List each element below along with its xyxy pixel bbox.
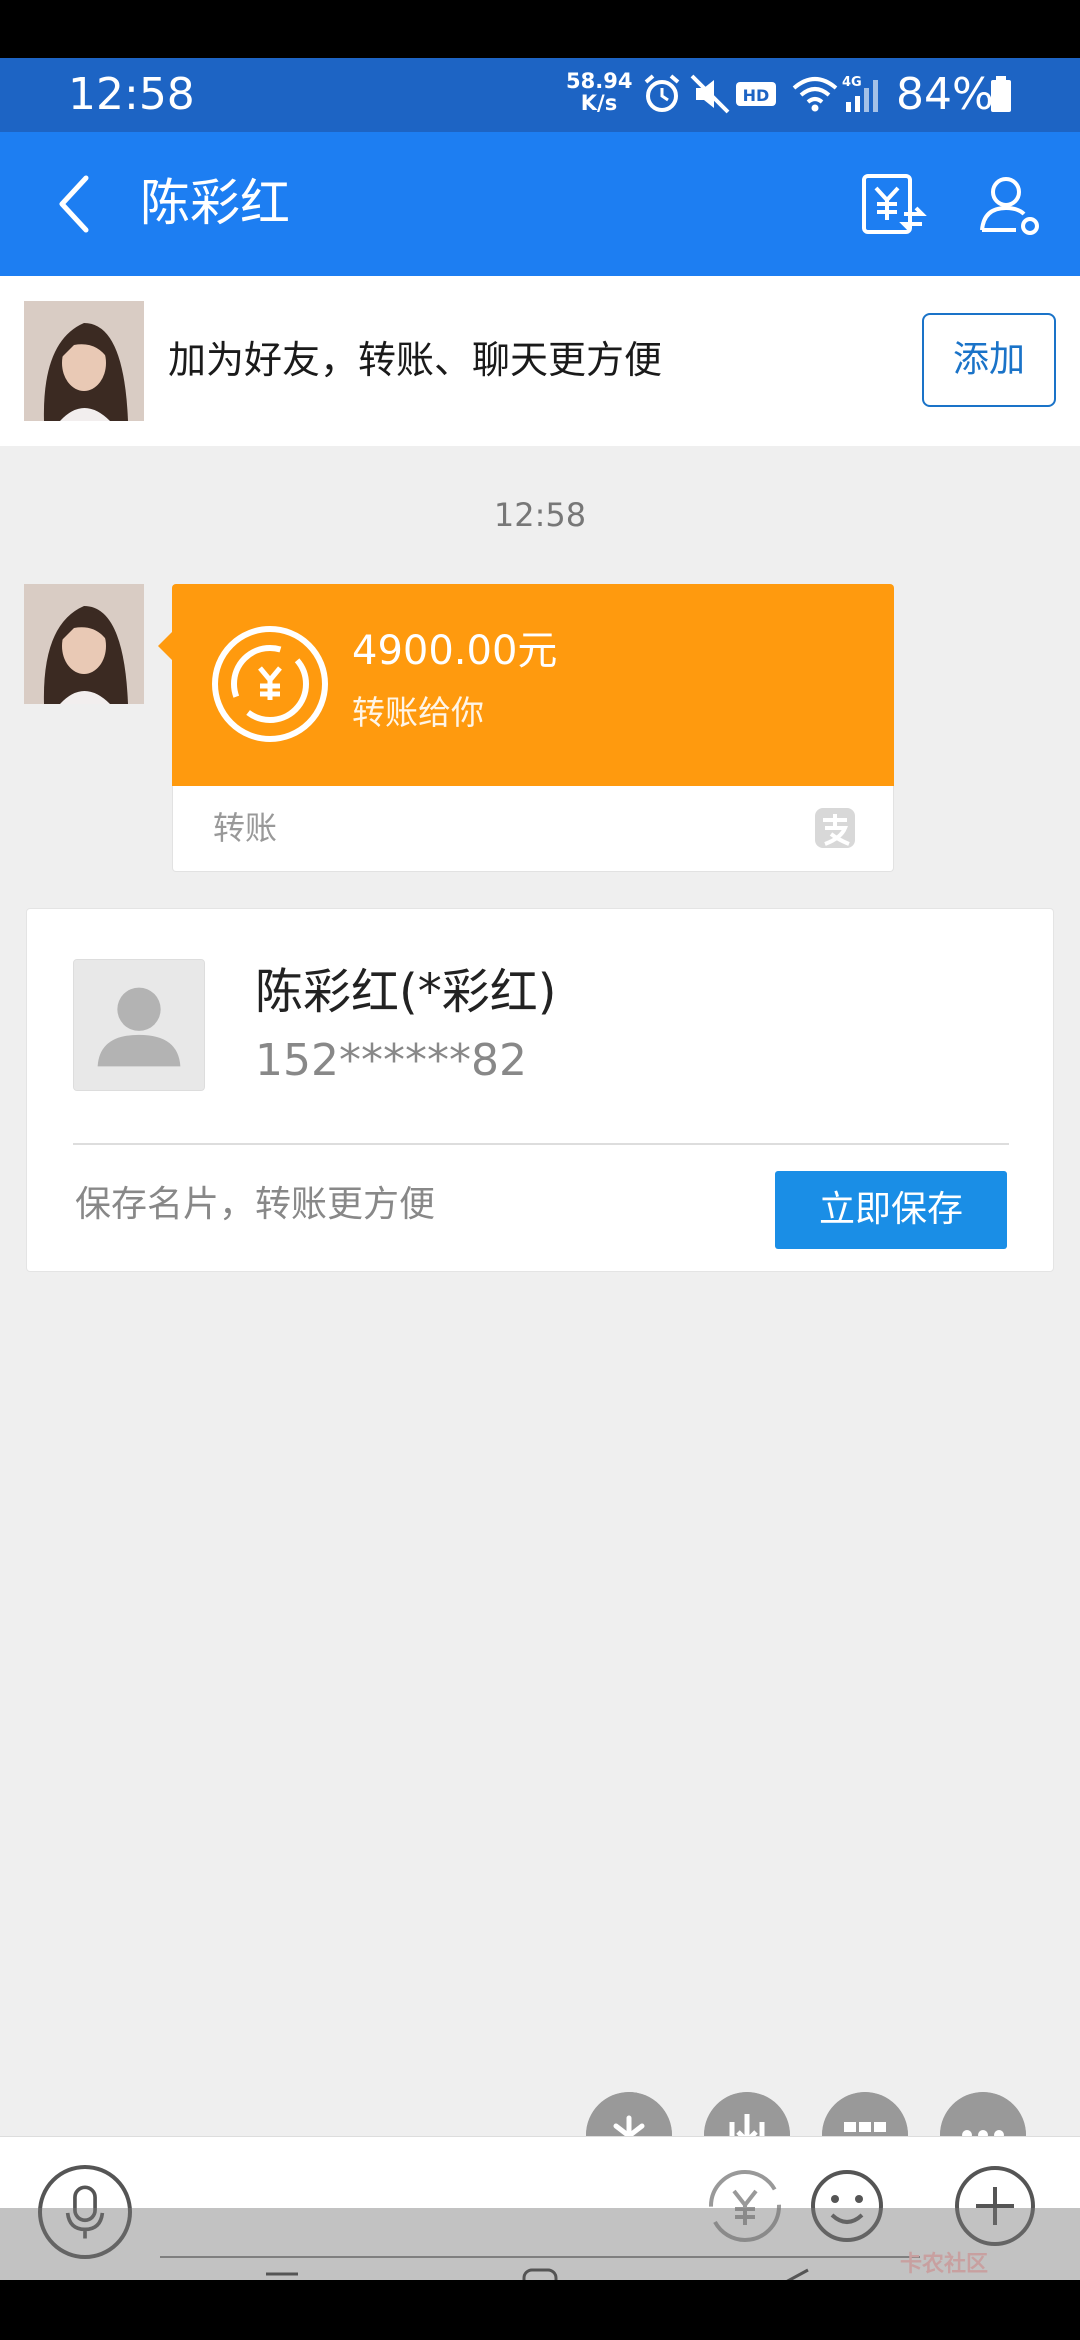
mute-icon	[690, 74, 730, 114]
transfer-footer: 转账	[172, 786, 894, 872]
bottom-bezel	[0, 2280, 1080, 2340]
wifi-icon	[792, 77, 838, 112]
sender-avatar[interactable]	[24, 584, 144, 704]
add-friend-button[interactable]: 添加	[922, 313, 1056, 407]
chat-title: 陈彩红	[140, 174, 290, 232]
back-arrow-icon[interactable]	[52, 172, 96, 236]
default-avatar-icon	[73, 959, 205, 1091]
transfer-message[interactable]: 4900.00元 转账给你 转账	[158, 584, 894, 872]
card-divider	[73, 1143, 1009, 1145]
chat-header: 陈彩红	[0, 132, 1080, 276]
transfer-body: 4900.00元 转账给你	[172, 584, 894, 786]
network-speed: 58.94 K/s	[566, 70, 632, 114]
message-timestamp: 12:58	[493, 496, 587, 534]
contact-name: 陈彩红(*彩红)	[255, 964, 557, 1020]
hd-icon: HD	[736, 82, 776, 106]
transfer-coin-icon	[212, 626, 328, 742]
contact-card[interactable]: 陈彩红(*彩红) 152******82 保存名片，转账更方便 立即保存	[26, 908, 1054, 1272]
network-speed-value: 58.94	[566, 69, 633, 93]
add-friend-banner: 加为好友，转账、聊天更方便 添加	[0, 276, 1080, 446]
contact-avatar[interactable]	[24, 301, 144, 421]
profile-icon[interactable]	[974, 168, 1046, 240]
save-card-hint: 保存名片，转账更方便	[75, 1184, 436, 1225]
status-time: 12:58	[68, 69, 195, 120]
nav-divider	[160, 2256, 920, 2258]
battery-percent: 84%	[896, 69, 994, 120]
status-bar: 12:58 58.94 K/s HD 4G 84%	[0, 58, 1080, 132]
add-friend-text: 加为好友，转账、聊天更方便	[168, 338, 663, 382]
svg-text:HD: HD	[743, 86, 770, 105]
transfer-footer-label: 转账	[213, 809, 278, 847]
watermark-text: 卡农社区	[900, 2252, 989, 2277]
transfer-amount: 4900.00元	[352, 628, 558, 674]
transfer-subtitle: 转账给你	[352, 693, 484, 732]
network-speed-unit: K/s	[580, 91, 618, 115]
contact-phone: 152******82	[255, 1035, 527, 1086]
alarm-icon	[644, 74, 680, 112]
svg-text:4G: 4G	[842, 75, 862, 90]
alipay-icon	[815, 808, 855, 848]
save-now-button[interactable]: 立即保存	[775, 1171, 1007, 1249]
battery-icon	[991, 76, 1011, 112]
transfer-yuan-icon[interactable]	[856, 168, 928, 240]
camera-cutout-bar	[0, 0, 1080, 58]
signal-4g-icon: 4G	[842, 75, 878, 112]
